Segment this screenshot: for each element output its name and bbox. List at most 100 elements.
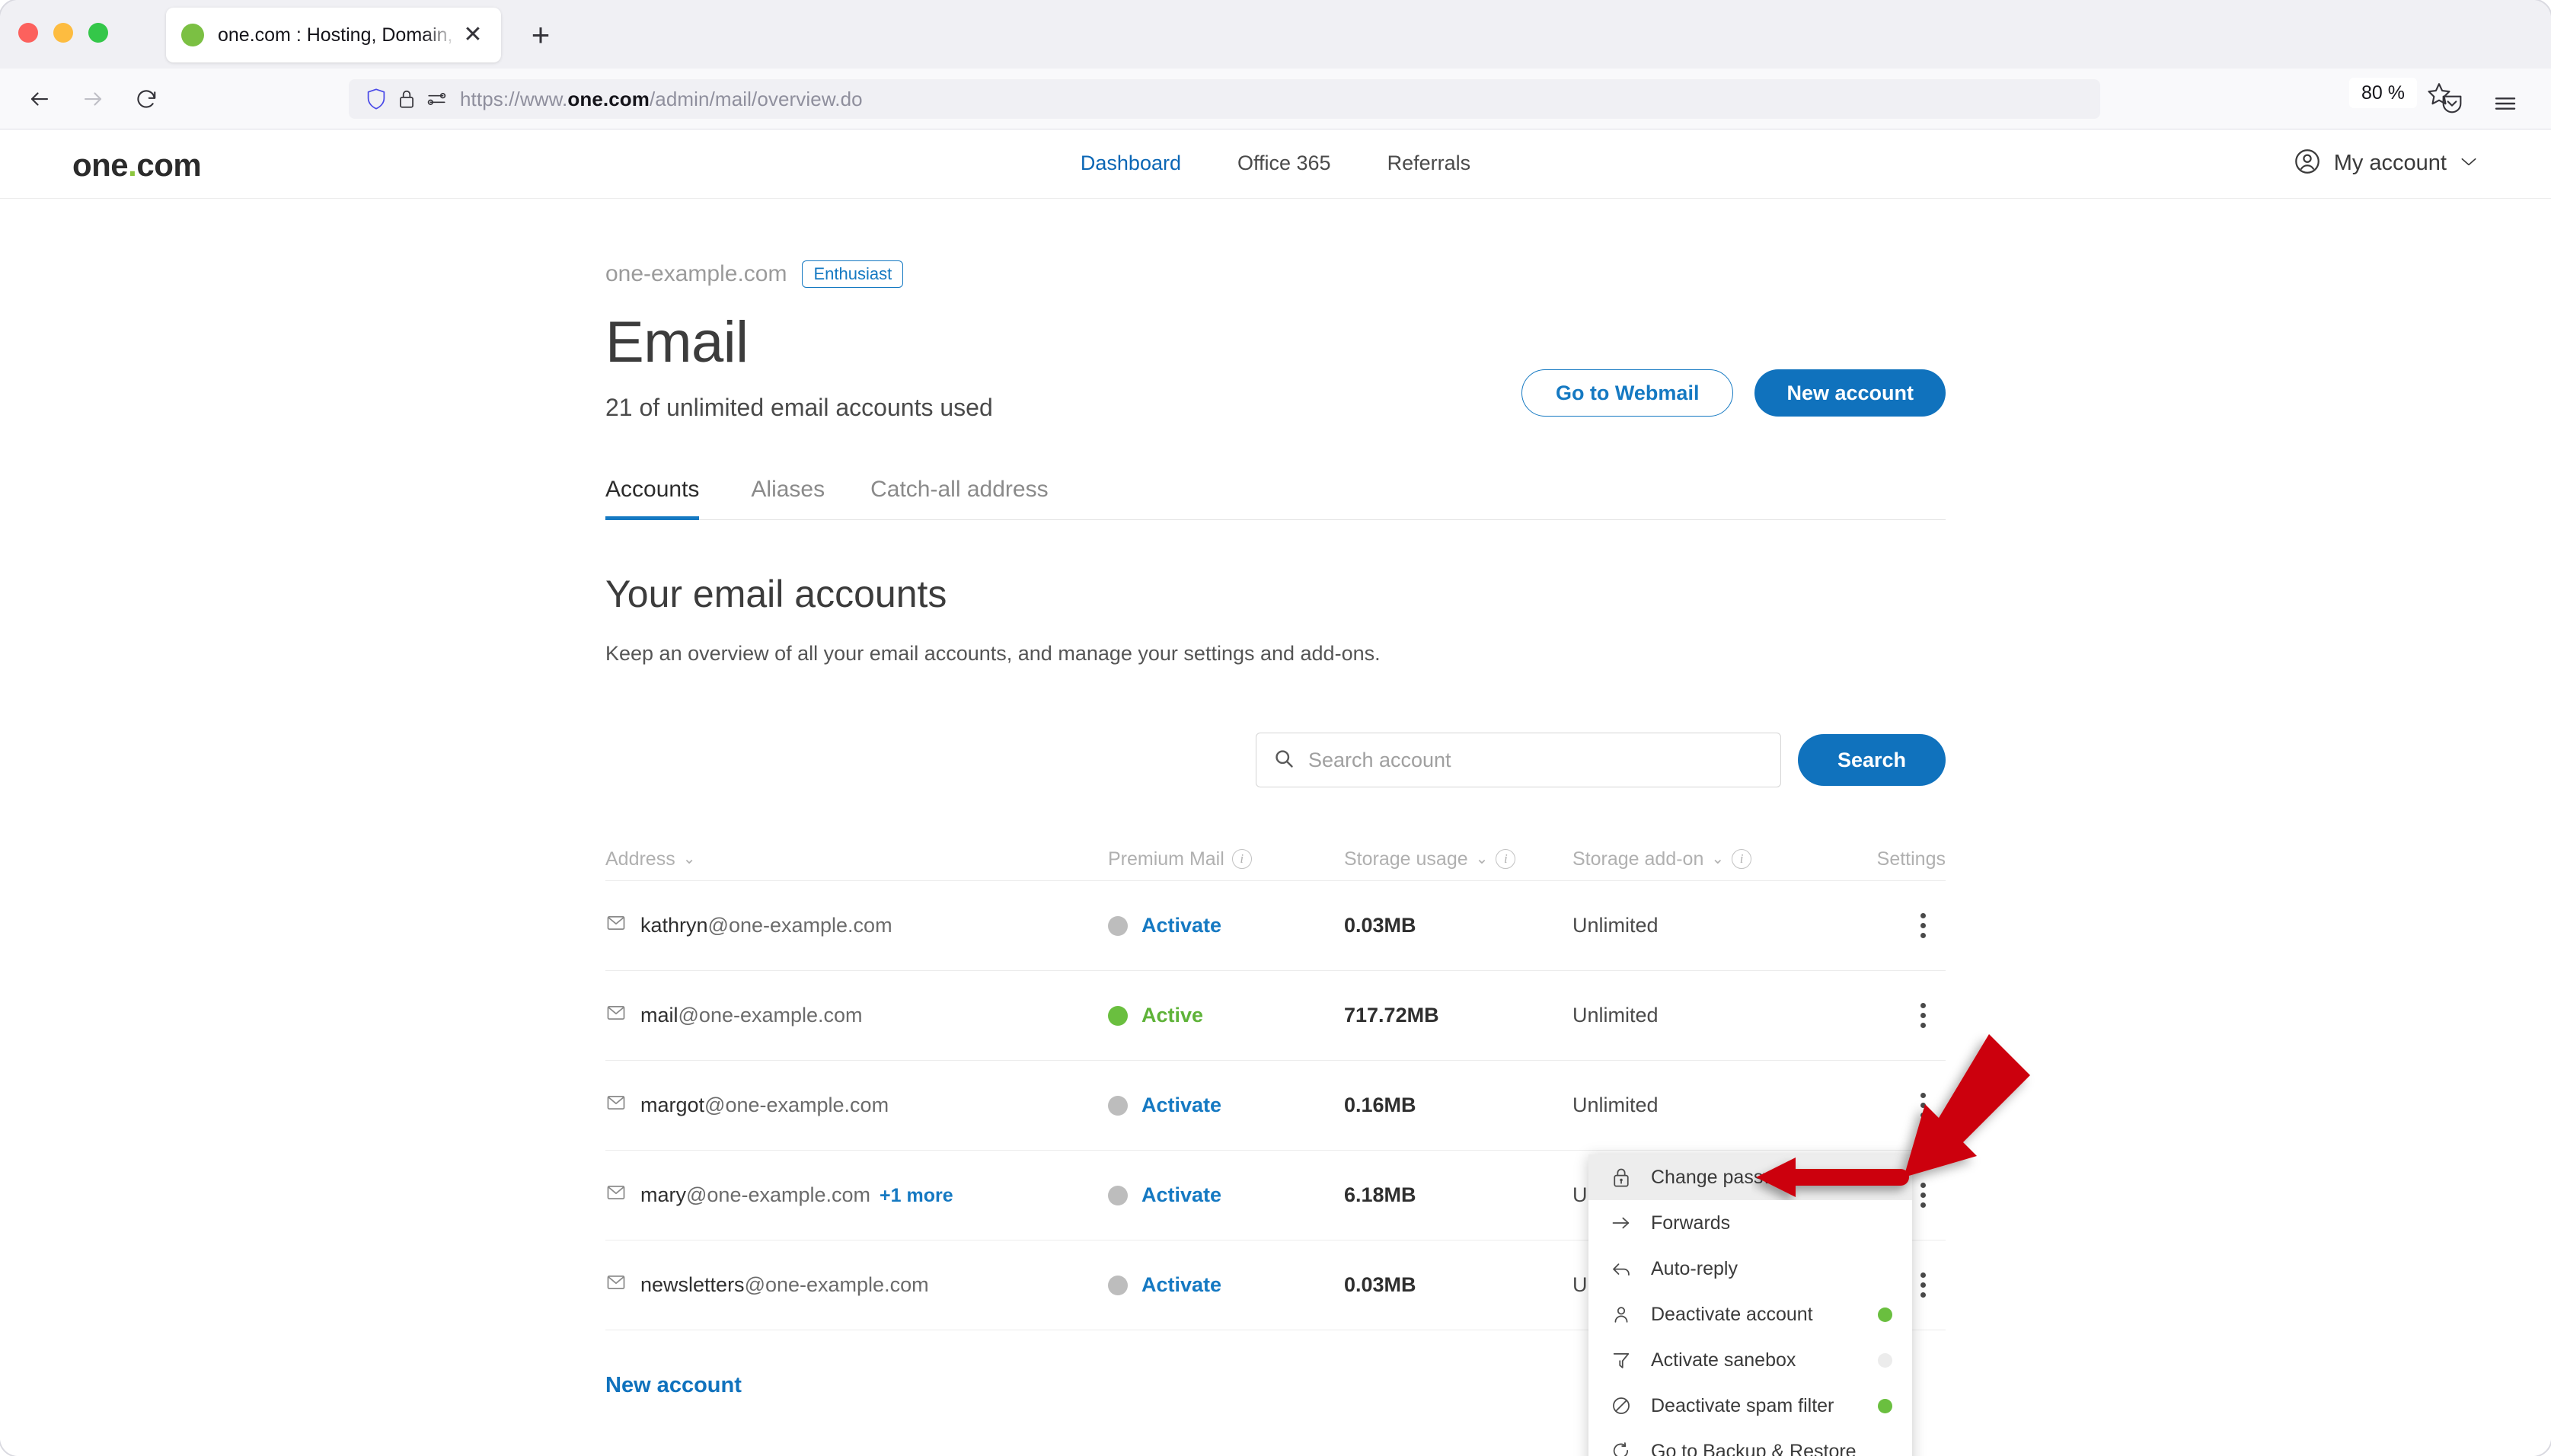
reload-icon[interactable] [129, 82, 163, 116]
menu-item-forwards[interactable]: Forwards [1588, 1200, 1912, 1246]
close-tab-icon[interactable]: ✕ [460, 22, 486, 48]
cell-premium-mail: Activate [1108, 914, 1344, 937]
address-local-part: newsletters [640, 1273, 745, 1296]
browser-tab[interactable]: one.com : Hosting, Domain, Ema ✕ [166, 8, 501, 62]
cell-address: mail@one-example.com [605, 1002, 1108, 1029]
block-circle-icon [1610, 1394, 1633, 1417]
email-envelope-icon [605, 1272, 627, 1298]
new-account-link[interactable]: New account [605, 1373, 742, 1398]
back-arrow-icon[interactable] [23, 82, 56, 116]
address-local-part: margot [640, 1094, 705, 1116]
menu-item-activate-sanebox[interactable]: Activate sanebox [1588, 1337, 1912, 1383]
chevron-down-icon[interactable]: ⌄ [1476, 851, 1489, 867]
menu-item-label: Deactivate account [1651, 1303, 1813, 1325]
address-domain-part: @one-example.com [707, 914, 892, 937]
tab-title: one.com : Hosting, Domain, Ema [218, 24, 457, 46]
column-header-settings-label: Settings [1876, 848, 1946, 870]
status-dot-icon [1878, 1398, 1892, 1413]
chevron-down-icon[interactable]: ⌄ [1711, 851, 1724, 867]
browser-nav-bar: https://www.one.com/admin/mail/overview.… [0, 69, 2551, 129]
table-header-row: Address ⌄ Premium Mail i Storage usage ⌄… [605, 838, 1946, 880]
refresh-icon [1610, 1440, 1633, 1456]
new-tab-button[interactable]: + [522, 17, 559, 53]
column-header-storage-addon[interactable]: Storage add-on ⌄ i [1572, 848, 1809, 870]
info-icon[interactable]: i [1496, 849, 1516, 869]
cell-premium-mail: Activate [1108, 1183, 1344, 1207]
minimize-window-button[interactable] [53, 23, 73, 43]
email-envelope-icon [605, 1092, 627, 1119]
tab-aliases[interactable]: Aliases [728, 477, 848, 519]
favicon-icon [181, 24, 204, 46]
new-account-button[interactable]: New account [1754, 369, 1946, 417]
cell-address: mary@one-example.com +1 more [605, 1182, 1108, 1209]
section-heading: Your email accounts [605, 573, 947, 615]
nav-item-referrals[interactable]: Referrals [1387, 152, 1471, 175]
padlock-icon[interactable] [391, 85, 422, 113]
info-icon[interactable]: i [1732, 849, 1752, 869]
forward-arrow-icon[interactable] [76, 82, 110, 116]
section-tabs: Accounts Aliases Catch-all address [605, 477, 1946, 520]
menu-item-label: Deactivate spam filter [1651, 1394, 1834, 1416]
premium-mail-action[interactable]: Activate [1141, 914, 1221, 937]
email-envelope-icon [605, 1002, 627, 1029]
maximize-window-button[interactable] [88, 23, 108, 43]
reply-arrow-icon [1610, 1257, 1633, 1280]
premium-mail-action[interactable]: Activate [1141, 1273, 1221, 1297]
menu-item-deactivate-account[interactable]: Deactivate account [1588, 1292, 1912, 1337]
chevron-down-icon[interactable]: ⌄ [683, 851, 696, 867]
zoom-level-indicator[interactable]: 80 % [2349, 78, 2417, 108]
menu-item-label: Activate sanebox [1651, 1349, 1796, 1371]
menu-item-deactivate-spam-filter[interactable]: Deactivate spam filter [1588, 1383, 1912, 1429]
person-icon [1610, 1303, 1633, 1326]
row-settings-kebab-icon[interactable] [1809, 1093, 1946, 1118]
cell-address: margot@one-example.com [605, 1092, 1108, 1119]
cell-premium-mail: Activate [1108, 1094, 1344, 1117]
my-account-menu[interactable]: My account [2293, 147, 2479, 180]
status-dot-icon [1878, 1352, 1892, 1368]
column-header-storage-usage-label: Storage usage [1344, 848, 1468, 870]
tab-accounts[interactable]: Accounts [605, 477, 728, 520]
go-to-webmail-button[interactable]: Go to Webmail [1521, 369, 1734, 417]
nav-item-office-365[interactable]: Office 365 [1237, 152, 1331, 175]
search-input[interactable]: Search account [1255, 733, 1781, 787]
status-dot-icon [1108, 915, 1128, 936]
search-row: Search account Search [605, 733, 1946, 787]
hamburger-menu-icon[interactable] [2490, 88, 2521, 119]
premium-mail-action[interactable]: Activate [1141, 1094, 1221, 1117]
close-window-button[interactable] [18, 23, 38, 43]
cell-storage-addon: Unlimited [1572, 1094, 1659, 1116]
premium-mail-action[interactable]: Activate [1141, 1183, 1221, 1207]
lock-icon [1610, 1166, 1633, 1189]
column-header-address[interactable]: Address ⌄ [605, 848, 1108, 870]
cell-address: newsletters@one-example.com [605, 1272, 1108, 1298]
cell-premium-mail: Active [1108, 1004, 1344, 1027]
premium-mail-action[interactable]: Active [1141, 1004, 1203, 1027]
column-header-storage-usage[interactable]: Storage usage ⌄ i [1344, 848, 1572, 870]
search-button[interactable]: Search [1797, 734, 1946, 786]
info-icon[interactable]: i [1231, 849, 1252, 869]
menu-item-go-to-backup-restore[interactable]: Go to Backup & Restore [1588, 1429, 1912, 1456]
tab-catch-all-address[interactable]: Catch-all address [848, 477, 1071, 519]
nav-item-dashboard[interactable]: Dashboard [1081, 152, 1181, 175]
more-addresses-link[interactable]: +1 more [880, 1185, 953, 1206]
address-bar[interactable]: https://www.one.com/admin/mail/overview.… [349, 79, 2100, 119]
main-navigation: Dashboard Office 365 Referrals [0, 152, 2551, 175]
table-row: kathryn@one-example.com Activate 0.03MB … [605, 880, 1946, 970]
page-viewport: one.com Dashboard Office 365 Referrals M… [0, 130, 2551, 1456]
column-header-premium-mail: Premium Mail i [1108, 848, 1344, 870]
menu-item-change-password[interactable]: Change password [1588, 1154, 1912, 1200]
row-settings-kebab-icon[interactable] [1809, 913, 1946, 938]
menu-item-auto-reply[interactable]: Auto-reply [1588, 1246, 1912, 1292]
address-domain-part: @one-example.com [686, 1183, 871, 1206]
status-dot-icon [1108, 1095, 1128, 1116]
tracking-protection-shield-icon[interactable] [361, 85, 391, 113]
page-title: Email [605, 310, 749, 375]
site-permissions-icon[interactable] [422, 85, 452, 113]
cell-storage-addon: Unlimited [1572, 1004, 1659, 1027]
column-header-premium-mail-label: Premium Mail [1108, 848, 1224, 870]
pocket-save-icon[interactable] [2437, 88, 2467, 119]
column-header-storage-addon-label: Storage add-on [1572, 848, 1704, 870]
cell-storage-usage: 0.03MB [1344, 914, 1416, 937]
menu-item-label: Go to Backup & Restore [1651, 1440, 1857, 1456]
row-settings-kebab-icon[interactable] [1809, 1003, 1946, 1028]
